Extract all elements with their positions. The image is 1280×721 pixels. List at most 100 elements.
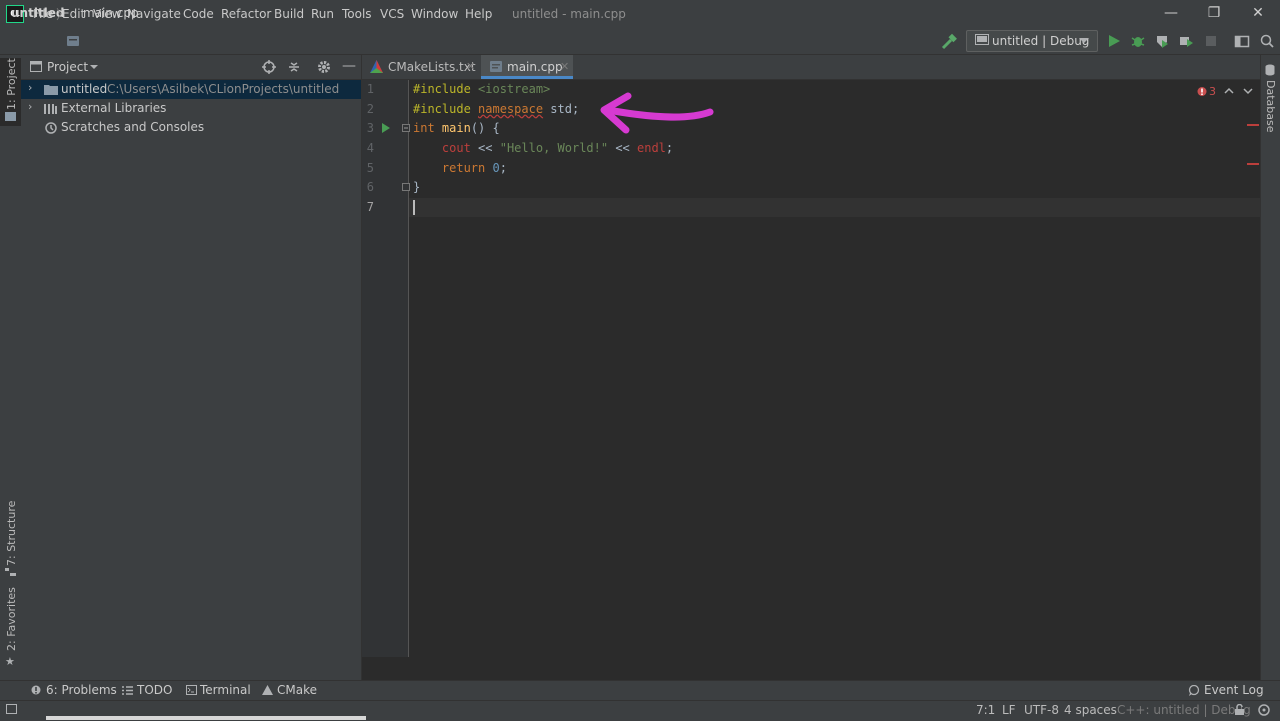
code-line-1[interactable]: #include <iostream> [413,82,550,96]
search-icon[interactable] [1259,33,1275,49]
close-icon[interactable]: ✕ [560,60,569,73]
expand-arrow-icon[interactable]: › [28,81,32,94]
tree-item-external-libraries[interactable]: External Libraries [61,99,166,118]
collapse-all-icon[interactable] [287,60,301,74]
database-icon [1265,64,1275,76]
text-caret [413,200,415,215]
code-token: "Hello, World!" [499,141,609,155]
line-number: 6 [366,180,374,194]
project-view-selector[interactable]: Project [47,60,88,74]
menu-refactor[interactable]: Refactor [221,7,271,21]
menu-tools[interactable]: Tools [342,7,372,21]
indent-setting[interactable]: 4 spaces [1064,703,1117,717]
chevron-down-icon [1079,38,1089,43]
chevron-down-icon[interactable] [1243,87,1253,95]
favorites-tool-tab[interactable]: 2: Favorites [5,587,18,651]
layout-icon[interactable] [1234,33,1250,49]
inspector-icon[interactable] [1257,703,1271,716]
project-view-icon [30,61,42,72]
cpp-file-icon [67,36,79,46]
line-number: 5 [366,161,374,175]
event-log-icon [1188,685,1200,696]
chevron-up-icon[interactable] [1224,87,1234,95]
line-number: 2 [366,102,374,116]
code-token: #include [413,82,471,96]
breadcrumb-file[interactable]: main.cpp [83,6,139,20]
profile-icon[interactable] [1178,33,1194,49]
folder-icon [5,112,16,121]
restore-button[interactable]: ❐ [1200,4,1228,22]
run-gutter-icon[interactable] [381,123,391,133]
code-token: cout [441,141,471,155]
code-line-5[interactable]: return 0; [413,161,507,175]
locate-icon[interactable] [262,60,276,74]
tree-item-scratches[interactable]: Scratches and Consoles [61,118,204,137]
code-token: return [441,161,486,175]
build-hammer-icon[interactable] [940,33,958,51]
project-tool-label: 1: Project [5,58,18,110]
code-token-error: namespace [478,102,544,116]
coverage-icon[interactable] [1154,33,1170,49]
line-number: 1 [366,82,374,96]
problems-tool-button[interactable]: 6: Problems [46,683,117,697]
line-separator[interactable]: LF [1002,703,1016,717]
menu-build[interactable]: Build [274,7,304,21]
line-number: 3 [366,121,374,135]
menu-run[interactable]: Run [311,7,334,21]
code-token: ; [665,141,674,155]
terminal-icon [186,685,197,695]
expand-arrow-icon[interactable]: › [28,100,32,113]
terminal-tool-button[interactable]: Terminal [200,683,251,697]
minimize-button[interactable]: — [1157,4,1185,22]
error-count[interactable]: 3 [1209,85,1216,98]
gear-icon[interactable] [317,60,331,74]
fold-icon[interactable] [402,124,411,133]
error-stripe-marker[interactable] [1247,124,1259,126]
menu-window[interactable]: Window [411,7,458,21]
menu-code[interactable]: Code [183,7,214,21]
code-line-6[interactable]: } [413,180,420,194]
right-tool-strip [1260,55,1280,680]
close-button[interactable]: ✕ [1244,4,1272,22]
caret-position[interactable]: 7:1 [976,703,995,717]
code-line-2[interactable]: #include namespace std; [413,102,579,116]
run-config-label: untitled | Debug [992,34,1090,48]
structure-tool-tab[interactable]: 7: Structure [5,501,18,566]
cmake-icon [262,685,273,695]
error-stripe-marker[interactable] [1247,163,1259,165]
stop-icon[interactable] [1204,34,1218,48]
run-icon[interactable] [1106,33,1122,49]
debug-icon[interactable] [1130,33,1146,49]
tab-main-cpp-label: main.cpp [507,60,563,74]
annotation-arrow-icon [600,92,714,134]
code-line-4[interactable]: cout << "Hello, World!" << endl; [413,141,673,155]
code-token: () { [470,121,500,135]
fold-icon[interactable] [402,183,411,192]
chevron-down-icon [90,65,98,69]
file-encoding[interactable]: UTF-8 [1024,703,1059,717]
hide-panel-icon[interactable]: — [342,58,356,74]
database-tool-tab[interactable]: Database [1264,80,1277,133]
current-line-highlight [409,198,1260,217]
code-token: <iostream> [478,82,551,96]
code-token: main [441,121,471,135]
error-icon[interactable] [1197,86,1207,97]
library-icon [44,104,57,114]
event-log-button[interactable]: Event Log [1204,683,1264,697]
lock-icon[interactable] [1234,704,1246,716]
menu-vcs[interactable]: VCS [380,7,404,21]
toggle-tool-windows-icon[interactable] [6,704,18,715]
cpp-file-icon [490,61,502,72]
close-icon[interactable]: ✕ [466,60,475,73]
code-token: ; [499,161,507,175]
resolve-context[interactable]: C++: untitled | Debug [1117,703,1251,717]
code-line-3[interactable]: int main() { [413,121,500,135]
line-number: 7 [366,200,374,214]
code-token: endl [637,141,666,155]
cmake-icon [370,60,383,73]
menu-help[interactable]: Help [465,7,492,21]
code-token: << [470,141,500,155]
tab-cmakelists-label: CMakeLists.txt [388,60,476,74]
cmake-tool-button[interactable]: CMake [277,683,317,697]
todo-tool-button[interactable]: TODO [137,683,172,697]
